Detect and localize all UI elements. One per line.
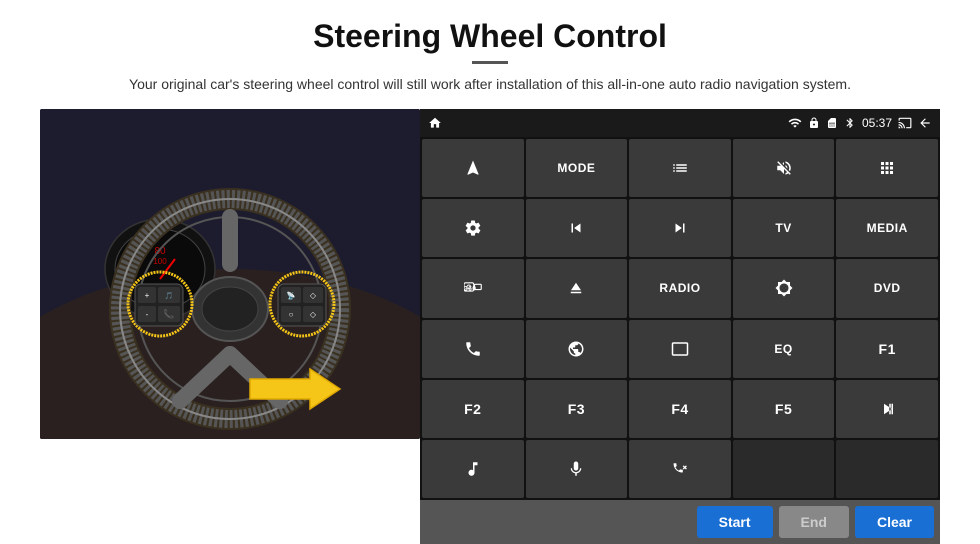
btn-tv[interactable]: TV xyxy=(733,199,835,257)
steering-wheel-image: 80 100 + xyxy=(40,109,420,439)
content-row: 80 100 + xyxy=(40,109,940,544)
svg-text:◇: ◇ xyxy=(310,310,317,319)
btn-globe[interactable] xyxy=(526,320,628,378)
page-title: Steering Wheel Control xyxy=(313,18,667,55)
svg-text:+: + xyxy=(145,291,150,300)
btn-f3[interactable]: F3 xyxy=(526,380,628,438)
btn-f4[interactable]: F4 xyxy=(629,380,731,438)
svg-text:📞: 📞 xyxy=(163,308,175,319)
sim-icon xyxy=(826,117,838,129)
btn-nav[interactable] xyxy=(422,139,524,197)
btn-mic[interactable] xyxy=(526,440,628,498)
end-button[interactable]: End xyxy=(779,506,849,538)
btn-mode[interactable]: MODE xyxy=(526,139,628,197)
btn-radio[interactable]: RADIO xyxy=(629,259,731,317)
svg-text:📡: 📡 xyxy=(287,291,296,300)
button-grid: MODE TVMEDIA 360 RADIO DVDEQF1 F2F3F4F5 xyxy=(420,137,940,500)
clear-button[interactable]: Clear xyxy=(855,506,934,538)
btn-empty1[interactable] xyxy=(733,440,835,498)
action-bar: Start End Clear xyxy=(420,500,940,544)
home-icon xyxy=(428,116,442,130)
status-right: 05:37 xyxy=(788,116,932,130)
svg-text:-: - xyxy=(146,310,149,319)
back-icon xyxy=(918,116,932,130)
btn-prev[interactable] xyxy=(526,199,628,257)
bluetooth-icon xyxy=(844,117,856,129)
svg-text:○: ○ xyxy=(289,310,294,319)
btn-call[interactable] xyxy=(629,440,731,498)
btn-f1[interactable]: F1 xyxy=(836,320,938,378)
btn-dvd[interactable]: DVD xyxy=(836,259,938,317)
btn-360[interactable]: 360 xyxy=(422,259,524,317)
status-time: 05:37 xyxy=(862,116,892,130)
page-wrapper: Steering Wheel Control Your original car… xyxy=(0,0,980,544)
title-divider xyxy=(472,61,508,64)
svg-text:100: 100 xyxy=(153,257,167,266)
btn-playpause[interactable] xyxy=(836,380,938,438)
wifi-icon xyxy=(788,116,802,130)
btn-mute[interactable] xyxy=(733,139,835,197)
page-subtitle: Your original car's steering wheel contr… xyxy=(129,74,851,95)
btn-screen[interactable] xyxy=(629,320,731,378)
btn-phone[interactable] xyxy=(422,320,524,378)
btn-eq[interactable]: EQ xyxy=(733,320,835,378)
status-bar: 05:37 xyxy=(420,109,940,137)
btn-eject[interactable] xyxy=(526,259,628,317)
control-panel: 05:37 MODE TVMEDIA 360 RADIO DVDEQF1 F2F3F4F5… xyxy=(420,109,940,544)
btn-list[interactable] xyxy=(629,139,731,197)
svg-text:◇: ◇ xyxy=(310,291,317,300)
btn-apps[interactable] xyxy=(836,139,938,197)
btn-music[interactable] xyxy=(422,440,524,498)
cast-icon xyxy=(898,116,912,130)
btn-empty2[interactable] xyxy=(836,440,938,498)
btn-media[interactable]: MEDIA xyxy=(836,199,938,257)
lock-icon xyxy=(808,117,820,129)
btn-brightness[interactable] xyxy=(733,259,835,317)
btn-next[interactable] xyxy=(629,199,731,257)
status-left xyxy=(428,116,442,130)
btn-settings[interactable] xyxy=(422,199,524,257)
btn-f2[interactable]: F2 xyxy=(422,380,524,438)
start-button[interactable]: Start xyxy=(697,506,773,538)
btn-f5[interactable]: F5 xyxy=(733,380,835,438)
svg-text:🎵: 🎵 xyxy=(165,291,174,300)
